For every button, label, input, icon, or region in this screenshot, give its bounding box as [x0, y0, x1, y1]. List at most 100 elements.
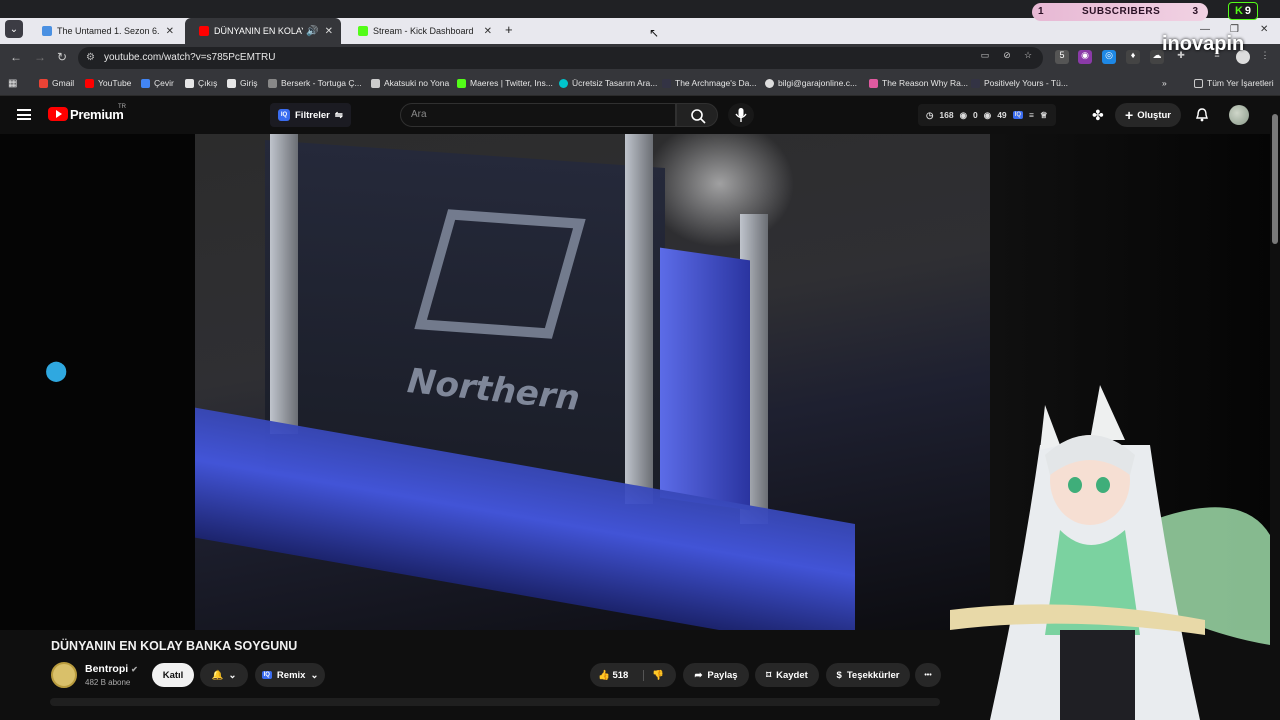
page-icon [185, 78, 194, 88]
bookmark-item[interactable]: Gmail [39, 78, 74, 88]
back-icon[interactable]: ← [10, 50, 22, 64]
close-icon[interactable]: ✕ [325, 26, 333, 37]
more-actions-button[interactable]: ••• [915, 663, 941, 687]
search-icon [691, 109, 706, 124]
thanks-button[interactable]: $ Teşekkürler [826, 663, 910, 687]
puzzle-icon[interactable]: ✤ [1092, 107, 1104, 124]
like-button[interactable]: 👍 518 [598, 670, 628, 681]
gmail-icon [39, 78, 48, 88]
bookmark-item[interactable]: Çıkış [185, 78, 217, 88]
thanks-icon: $ [836, 669, 842, 681]
url-text[interactable]: youtube.com/watch?v=s785PcEMTRU [104, 52, 275, 63]
dislike-button[interactable]: 👎 [643, 669, 664, 681]
extension-icon[interactable]: 5 [1055, 50, 1069, 64]
youtube-icon [85, 78, 94, 88]
youtube-premium-brand[interactable]: Premium [70, 107, 124, 122]
apps-grid-icon[interactable]: ▦ [8, 78, 17, 89]
save-button[interactable]: ⌑ Kaydet [755, 663, 819, 687]
tab-untamed[interactable]: The Untamed 1. Sezon 6. Bölüm ✕ [28, 18, 182, 44]
filters-button[interactable]: IQ Filtreler ⇋ [270, 103, 351, 127]
filters-label: Filtreler [295, 109, 330, 121]
speaker-icon[interactable]: 🔊 [306, 26, 318, 37]
like-count: 518 [612, 669, 629, 681]
address-toolbar: ← → ↻ ⚙ youtube.com/watch?v=s785PcEMTRU … [0, 44, 1280, 72]
youtube-favicon [199, 26, 209, 36]
all-bookmarks-folder[interactable]: Tüm Yer İşaretleri [1194, 78, 1274, 88]
bookmark-item[interactable]: The Archmage's Da... [662, 78, 756, 88]
channel-name[interactable]: Bentropi ✔ [85, 663, 138, 675]
kick-count: 9 [1244, 5, 1252, 17]
browser-tab-strip: ⌄ The Untamed 1. Sezon 6. Bölüm ✕ DÜNYAN… [0, 0, 1280, 44]
close-icon[interactable]: ✕ [166, 26, 174, 37]
like-dislike-group: 👍 518 👎 [590, 663, 676, 687]
tab-title: The Untamed 1. Sezon 6. Bölüm [57, 26, 160, 36]
bell-icon: 🔔 [211, 669, 224, 681]
more-bookmarks-icon[interactable]: » [1162, 78, 1167, 88]
close-window-icon[interactable]: ✕ [1260, 24, 1268, 35]
reload-icon[interactable]: ↻ [57, 50, 67, 64]
page-scrollbar[interactable] [1270, 96, 1280, 720]
create-button[interactable]: + Oluştur [1115, 103, 1181, 127]
globe-icon [765, 78, 774, 88]
thumbs-up-icon: 👍 [598, 669, 610, 681]
bookmarks-bar: ▦ Gmail YouTube Çevir Çıkış Giriş Berser… [0, 72, 1280, 96]
chevron-down-icon: ⌄ [228, 669, 237, 681]
list-icon: ≡ [1029, 110, 1034, 120]
bookmark-item[interactable]: Giriş [227, 78, 257, 88]
description-box-edge[interactable] [50, 698, 940, 706]
tab-search-button[interactable]: ⌄ [5, 20, 23, 38]
verified-icon: ✔ [131, 665, 138, 674]
bookmark-item[interactable]: Ücretsiz Tasarım Ara... [559, 78, 657, 88]
pillar [625, 134, 653, 504]
close-icon[interactable]: ✕ [484, 26, 492, 37]
new-tab-button[interactable]: + [505, 22, 513, 37]
bookmark-item[interactable]: bilgi@garajonline.c... [765, 78, 857, 88]
star-icon[interactable]: ☆ [1021, 50, 1035, 64]
cast-icon[interactable]: ▭ [978, 50, 992, 64]
omnibox[interactable]: ⚙ youtube.com/watch?v=s785PcEMTRU [78, 47, 1043, 69]
subscription-bell-button[interactable]: 🔔 ⌄ [200, 663, 248, 687]
share-icon: ➦ [694, 669, 703, 681]
voice-search-button[interactable] [728, 103, 754, 127]
bookmark-item[interactable]: YouTube [85, 78, 131, 88]
tab-youtube-video[interactable]: DÜNYANIN EN KOLAY BAN 🔊 ✕ [185, 18, 341, 44]
extension-icon[interactable]: ◎ [1102, 50, 1116, 64]
save-label: Kaydet [776, 669, 808, 681]
bookmark-icon: ⌑ [766, 669, 772, 681]
share-label: Paylaş [707, 669, 738, 681]
video-frame[interactable]: Northern [195, 134, 990, 630]
bookmark-item[interactable]: Maeres | Twitter, Ins... [457, 78, 553, 88]
sub-count-start: 1 [1038, 6, 1044, 17]
scrollbar-thumb[interactable] [1272, 114, 1278, 244]
site-icon [869, 78, 878, 88]
extension-icon[interactable]: ◉ [1078, 50, 1092, 64]
folder-icon [1194, 78, 1203, 88]
stat-b: 0 [973, 110, 978, 120]
bookmark-item[interactable]: The Reason Why Ra... [869, 78, 968, 88]
extension-stats[interactable]: ◷ 168 ◉ 0 ◉ 49 IQ ≡ ♕ [918, 104, 1056, 126]
join-button[interactable]: Katıl [152, 663, 194, 687]
notifications-bell-icon[interactable] [1194, 107, 1210, 123]
share-button[interactable]: ➦ Paylaş [683, 663, 749, 687]
search-button[interactable] [676, 103, 718, 127]
blue-panel [660, 247, 750, 511]
youtube-header: Premium TR IQ Filtreler ⇋ Ara ◷ 168 ◉ 0 ◉ 4… [0, 96, 1280, 134]
menu-dots-icon[interactable]: ⋮ [1258, 50, 1272, 64]
account-avatar[interactable] [1229, 105, 1249, 125]
search-input[interactable]: Ara [400, 103, 676, 127]
bookmark-item[interactable]: Positively Yours - Tü... [971, 78, 1068, 88]
forward-icon[interactable]: → [34, 50, 46, 64]
extension-icon[interactable]: ♦ [1126, 50, 1140, 64]
tab-kick-dashboard[interactable]: Stream - Kick Dashboard ✕ [344, 18, 500, 44]
tab-title: Stream - Kick Dashboard [373, 26, 474, 36]
channel-avatar[interactable] [51, 662, 77, 688]
bookmark-item[interactable]: Çevir [141, 78, 174, 88]
bookmark-item[interactable]: Berserk - Tortuga Ç... [268, 78, 362, 88]
bookmark-item[interactable]: Akatsuki no Yona [371, 78, 449, 88]
eye-off-icon[interactable]: ⊘ [1000, 50, 1014, 64]
remix-button[interactable]: IQ Remix ⌄ [255, 663, 325, 687]
site-info-icon[interactable]: ⚙ [86, 52, 95, 63]
menu-icon[interactable] [17, 109, 31, 120]
youtube-logo-icon[interactable] [48, 107, 68, 121]
iq-icon: IQ [278, 109, 290, 121]
